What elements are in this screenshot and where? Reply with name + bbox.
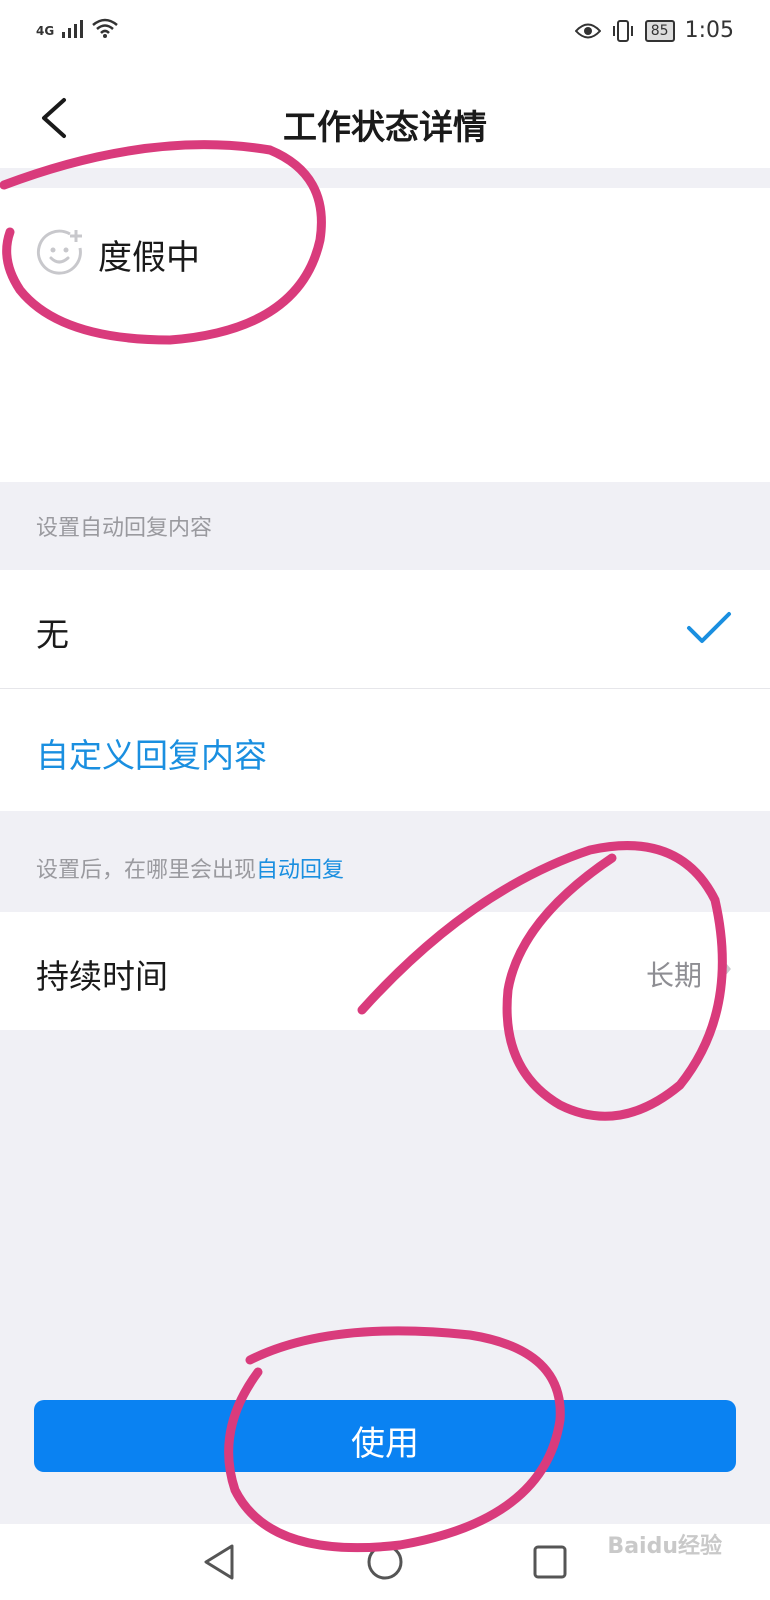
auto-reply-link[interactable]: 自动回复 [256,858,344,883]
vibrate-icon [612,19,633,42]
reply-option-custom[interactable]: 自定义回复内容 [0,689,770,811]
smiley-add-icon [36,229,82,275]
wifi-icon [92,18,119,38]
use-button-label: 使用 [351,1425,419,1463]
nav-recents-icon[interactable] [530,1542,570,1582]
status-bar-left: 4G [36,18,119,38]
status-label: 度假中 [98,238,200,278]
eye-icon [574,23,601,38]
current-status-card[interactable]: 度假中 [0,188,770,482]
watermark: Baidu经验 [607,1534,722,1559]
nav-back-icon[interactable] [200,1542,240,1582]
duration-row[interactable]: 持续时间 长期 [0,912,770,1030]
custom-reply-label: 自定义回复内容 [36,736,267,775]
signal-icon [62,20,84,38]
battery-indicator: 85 [644,19,675,42]
network-type: 4G [36,24,55,38]
check-icon [687,612,731,643]
app-header: 工作状态详情 [0,66,770,168]
duration-label: 持续时间 [36,957,168,996]
clock: 1:05 [684,18,734,43]
status-bar: 4G 85 1:05 [0,0,770,66]
use-button[interactable]: 使用 [34,1400,736,1472]
page-title: 工作状态详情 [283,108,487,148]
reply-option-none-label: 无 [36,615,69,654]
status-bar-right: 85 1:05 [574,18,734,43]
hint-text: 设置后，在哪里会出现 [36,858,257,883]
auto-reply-section-label: 设置自动回复内容 [36,516,213,541]
nav-home-icon[interactable] [365,1542,405,1582]
auto-reply-hint: 设置后，在哪里会出现自动回复 [36,852,344,884]
duration-value: 长期 [645,959,702,992]
reply-option-none[interactable]: 无 [0,570,770,688]
chevron-right-icon [717,956,731,982]
